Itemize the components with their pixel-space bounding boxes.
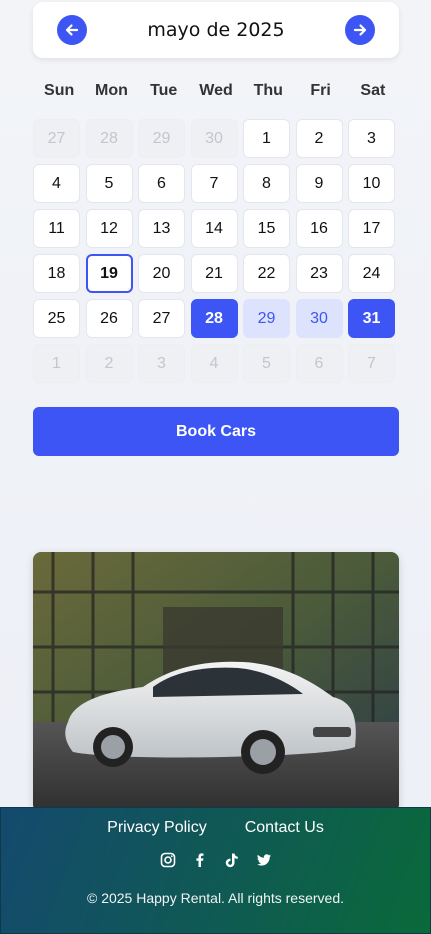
calendar-day: 29 [138, 119, 185, 158]
calendar-day[interactable]: 23 [295, 254, 343, 293]
calendar-day[interactable]: 31 [348, 299, 395, 338]
car-image [33, 552, 399, 812]
book-cars-button[interactable]: Book Cars [33, 407, 399, 456]
calendar-day[interactable]: 25 [33, 299, 80, 338]
month-title: mayo de 2025 [147, 19, 285, 41]
calendar-day[interactable]: 20 [138, 254, 185, 293]
calendar-day[interactable]: 3 [348, 119, 395, 158]
calendar-day[interactable]: 21 [190, 254, 238, 293]
calendar-day: 3 [138, 344, 185, 383]
calendar-day[interactable]: 18 [33, 254, 80, 293]
calendar-day[interactable]: 17 [348, 209, 395, 248]
car-photo [33, 552, 399, 812]
instagram-icon[interactable] [159, 851, 177, 869]
calendar-day[interactable]: 1 [243, 119, 290, 158]
weekday-label: Fri [310, 82, 331, 99]
weekday-label: Wed [199, 82, 233, 99]
weekday-header: Sun Mon Tue Wed Thu Fri Sat [33, 80, 399, 102]
weekday-label: Mon [94, 82, 128, 99]
calendar-day[interactable]: 6 [138, 164, 185, 203]
calendar-day[interactable]: 9 [295, 164, 343, 203]
calendar-day[interactable]: 7 [190, 164, 238, 203]
weekday-label: Sat [360, 82, 386, 99]
calendar-day[interactable]: 22 [243, 254, 290, 293]
calendar-day[interactable]: 27 [138, 299, 185, 338]
arrow-left-icon [65, 24, 79, 36]
privacy-policy-link[interactable]: Privacy Policy [107, 819, 207, 837]
weekday-label: Sun [44, 82, 75, 99]
arrow-right-icon [353, 24, 367, 36]
calendar-day[interactable]: 8 [243, 164, 290, 203]
twitter-icon[interactable] [255, 851, 273, 869]
weekday-label: Tue [150, 82, 178, 99]
calendar-day[interactable]: 29 [243, 299, 290, 338]
facebook-icon[interactable] [191, 851, 209, 869]
calendar-day: 28 [85, 119, 133, 158]
calendar-day[interactable]: 14 [190, 209, 238, 248]
month-navigator: mayo de 2025 [33, 2, 399, 58]
calendar-day[interactable]: 26 [85, 299, 133, 338]
calendar-day: 6 [295, 344, 343, 383]
calendar-day[interactable]: 15 [243, 209, 290, 248]
calendar-day[interactable]: 5 [85, 164, 133, 203]
calendar-day[interactable]: 11 [33, 209, 80, 248]
next-month-button[interactable] [344, 15, 375, 45]
calendar-day[interactable]: 2 [295, 119, 343, 158]
calendar-day: 1 [33, 344, 80, 383]
footer-links: Privacy Policy Contact Us [1, 819, 430, 837]
calendar-day: 7 [348, 344, 395, 383]
calendar-day[interactable]: 13 [138, 209, 185, 248]
social-links [1, 851, 430, 869]
calendar-day[interactable]: 24 [348, 254, 395, 293]
copyright-text: © 2025 Happy Rental. All rights reserved… [86, 890, 344, 906]
calendar-day: 27 [33, 119, 80, 158]
contact-us-link[interactable]: Contact Us [245, 819, 324, 837]
calendar-day[interactable]: 4 [33, 164, 80, 203]
prev-month-button[interactable] [57, 15, 87, 45]
footer: Privacy Policy Contact Us © 2025 Happy R… [0, 807, 431, 934]
weekday-label: Thu [253, 82, 283, 99]
calendar-day: 30 [190, 119, 238, 158]
calendar-day[interactable]: 30 [295, 299, 343, 338]
calendar-day: 2 [85, 344, 133, 383]
calendar-day[interactable]: 10 [348, 164, 395, 203]
tiktok-icon[interactable] [223, 851, 241, 869]
calendar-day: 5 [243, 344, 290, 383]
calendar-day[interactable]: 16 [295, 209, 343, 248]
calendar-day: 4 [190, 344, 238, 383]
calendar-day[interactable]: 19 [85, 254, 133, 293]
calendar-day[interactable]: 28 [190, 299, 238, 338]
calendar-day[interactable]: 12 [85, 209, 133, 248]
calendar-grid: 27 28 29 30 1 2 3 4 5 6 7 8 9 10 11 12 13 14 15 16 17 18 19 20 2… [33, 119, 399, 383]
